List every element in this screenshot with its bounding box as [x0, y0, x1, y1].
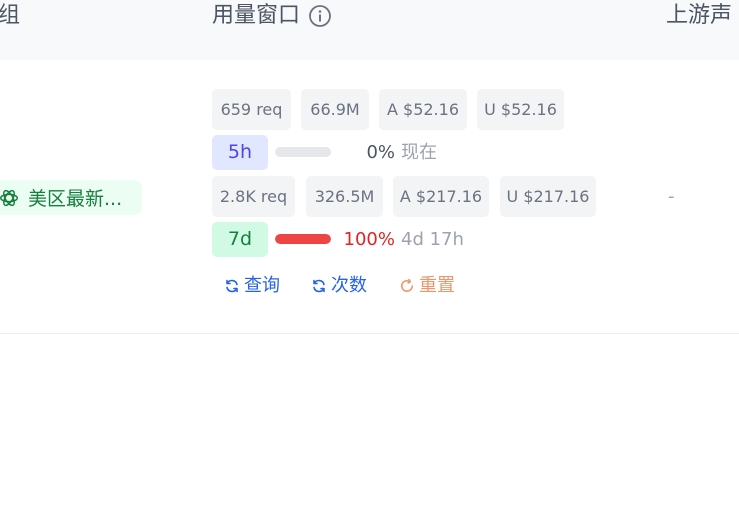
- group-badge[interactable]: 美区最新...: [0, 180, 142, 215]
- info-icon[interactable]: [308, 4, 332, 28]
- count-button[interactable]: 次数: [311, 274, 367, 298]
- column-header-usage-window-label: 用量窗口: [212, 3, 301, 28]
- reset-button[interactable]: 重置: [399, 274, 455, 298]
- refresh-icon: [226, 279, 238, 293]
- tokens-chip-7d: 326.5M: [306, 176, 383, 217]
- reset-time-5h: 现在: [401, 142, 437, 163]
- u-cost-chip-7d: U $217.16: [500, 176, 596, 217]
- query-button-label: 查询: [244, 275, 280, 296]
- column-header-usage-window[interactable]: 用量窗口: [212, 0, 332, 32]
- reset-button-label: 重置: [419, 275, 455, 296]
- column-header-upstream[interactable]: 上游声: [666, 0, 732, 32]
- rotate-icon: [401, 278, 413, 292]
- openai-icon: [0, 187, 20, 209]
- usage-percent-5h: 0%: [366, 142, 395, 163]
- usage-percent-7d: 100%: [343, 229, 395, 250]
- reset-time-7d: 4d 17h: [401, 229, 464, 250]
- upstream-value: -: [668, 186, 675, 207]
- count-button-label: 次数: [331, 275, 367, 296]
- a-cost-chip-7d: A $217.16: [393, 176, 489, 217]
- a-cost-chip-5h: A $52.16: [379, 89, 467, 130]
- u-cost-chip-5h: U $52.16: [477, 89, 564, 130]
- usage-progress-fill-7d: [275, 234, 331, 244]
- usage-progress-bar-7d: [275, 234, 331, 244]
- window-badge-5h: 5h: [212, 135, 268, 170]
- refresh-icon: [313, 279, 325, 293]
- usage-progress-bar-5h: [275, 147, 331, 157]
- row-divider: [0, 333, 739, 334]
- requests-chip-7d: 2.8K req: [212, 176, 295, 217]
- tokens-chip-5h: 66.9M: [301, 89, 369, 130]
- query-button[interactable]: 查询: [224, 274, 280, 298]
- column-header-group[interactable]: 组: [0, 0, 20, 32]
- window-badge-7d: 7d: [212, 222, 268, 257]
- requests-chip-5h: 659 req: [212, 89, 291, 130]
- usage-table: 组 用量窗口 上游声 美区最新... 659 req 66.9M A $52.1…: [0, 0, 739, 509]
- group-name: 美区最新...: [28, 188, 123, 210]
- table-header: 组 用量窗口 上游声: [0, 0, 739, 60]
